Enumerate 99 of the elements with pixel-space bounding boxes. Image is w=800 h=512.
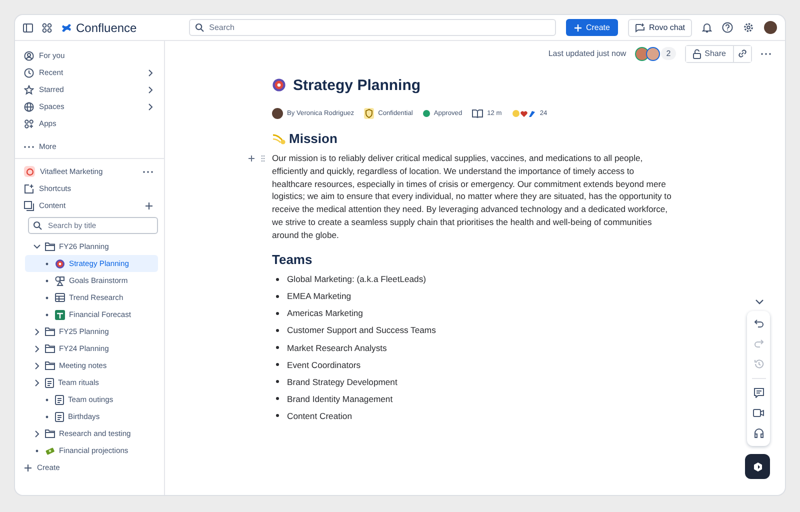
bullet-icon [276, 363, 279, 366]
status-dot [422, 110, 430, 116]
list-item: Market Research Analysts [287, 342, 387, 352]
comment-icon[interactable] [754, 388, 764, 398]
headphones-icon[interactable] [754, 428, 764, 438]
avatar[interactable] [646, 46, 660, 60]
apps-icon [24, 118, 34, 128]
chevron-right-icon [148, 68, 153, 76]
table-icon [55, 293, 65, 302]
page-icon [55, 412, 64, 422]
money-icon [45, 446, 55, 456]
section-heading: Teams [272, 252, 312, 267]
bullet-icon [276, 380, 279, 384]
bullet-icon [33, 448, 41, 452]
product-name[interactable]: Confluence [76, 20, 137, 34]
shield-icon [364, 108, 374, 118]
chevron-right-icon [33, 430, 41, 438]
rovo-chat-button[interactable]: Rovo chat [628, 18, 692, 36]
avatar[interactable] [635, 46, 650, 60]
space-logo-icon [24, 166, 35, 177]
chevron-right-icon [33, 378, 41, 386]
folder-icon [45, 429, 55, 438]
shortcut-icon [24, 184, 34, 194]
list-item: Global Marketing: (a.k.a FleetLeads) [287, 274, 426, 284]
pages-icon [24, 200, 34, 210]
reaction-emojis-icon[interactable] [512, 108, 536, 118]
list-item: Brand Identity Management [287, 394, 393, 404]
chevron-right-icon [33, 362, 41, 370]
link-icon [738, 49, 747, 58]
bullet-icon [276, 414, 279, 418]
sidebar-toggle-icon[interactable] [23, 22, 33, 32]
target-icon [55, 258, 65, 268]
folder-icon [45, 327, 55, 336]
bullet-icon [276, 278, 279, 281]
list-item: Customer Support and Success Teams [287, 325, 436, 336]
avatar [272, 108, 283, 118]
avatar[interactable] [764, 21, 777, 34]
app-switcher-icon[interactable] [42, 22, 52, 32]
page-icon [45, 378, 54, 388]
folder-icon [45, 361, 55, 370]
help-icon[interactable] [722, 22, 733, 33]
person-icon [24, 50, 34, 60]
search-field[interactable]: Search [189, 19, 556, 36]
bullet-icon [43, 414, 51, 418]
lock-icon [692, 48, 701, 58]
video-icon[interactable] [753, 409, 764, 417]
bullet-icon [276, 312, 279, 315]
star-icon [24, 84, 34, 94]
search-icon [33, 221, 42, 230]
page-icon [55, 394, 64, 404]
bullet-icon [43, 398, 51, 402]
shapes-icon [55, 276, 65, 286]
list-item: Event Coordinators [287, 360, 361, 370]
folder-icon [45, 344, 55, 353]
share-button[interactable]: Share [686, 46, 734, 62]
hexagon-icon [752, 462, 762, 472]
bullet-icon [276, 346, 279, 349]
list-item: Americas Marketing [287, 308, 363, 318]
plus-icon[interactable] [145, 202, 153, 210]
plus-icon[interactable] [248, 155, 255, 162]
chat-icon [634, 22, 645, 32]
comet-icon [272, 132, 287, 144]
page-title: Strategy Planning [293, 76, 421, 94]
bullet-icon [43, 278, 51, 282]
target-icon [272, 78, 286, 92]
logo-icon [61, 22, 72, 32]
chevron-right-icon [33, 328, 41, 336]
chevron-right-icon [33, 344, 41, 352]
mission-paragraph: Our mission is to reliably deliver critical medical supplies, vaccines, and medications to all people, efficiently and quickly, regardless of location. We understand the importance of timely access to healthcare resources, especially in times of crisis or emergency. Our commitment extends beyond mere logistics; we aim to ensure that every individual, no matter where they are situated, has the opportunity to receive the medical attention they need. By leveraging advanced technology and a dedicated workforce, we strive to create a seamless supply chain that prioritises the health and well-being of communities around the globe. [272, 152, 672, 242]
folder-icon [45, 242, 55, 251]
spreadsheet-icon [55, 310, 65, 320]
bullet-icon [276, 397, 279, 400]
undo-icon[interactable] [754, 319, 764, 328]
drag-handle-icon[interactable] [261, 155, 265, 162]
chevron-down-icon[interactable] [755, 299, 764, 305]
bullet-icon [43, 262, 51, 266]
list-item: Brand Strategy Development [287, 376, 398, 387]
list-item: EMEA Marketing [287, 291, 351, 302]
chevron-right-icon [148, 86, 153, 94]
viewer-count[interactable]: 2 [661, 47, 676, 60]
book-icon [472, 108, 484, 118]
globe-icon [24, 102, 34, 112]
settings-icon[interactable] [743, 22, 754, 33]
bullet-icon [43, 312, 51, 316]
section-heading: Mission [289, 131, 338, 146]
create-button[interactable]: Create [566, 19, 618, 36]
notification-bell-icon[interactable] [702, 22, 712, 33]
clock-icon [24, 68, 34, 78]
list-item: Content Creation [287, 410, 352, 421]
last-updated-text: Last updated just now [548, 49, 626, 58]
plus-icon [24, 464, 32, 472]
plus-icon [574, 24, 582, 32]
chevron-right-icon [148, 102, 153, 110]
bullet-icon [276, 328, 279, 332]
chevron-down-icon [33, 244, 41, 250]
bullet-icon [43, 296, 51, 300]
bullet-icon [276, 294, 279, 298]
ai-assistant-button[interactable] [745, 454, 770, 479]
search-icon [195, 23, 204, 32]
